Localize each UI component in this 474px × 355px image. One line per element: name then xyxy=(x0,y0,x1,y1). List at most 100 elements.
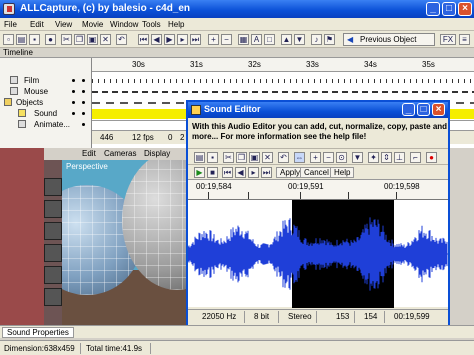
frame-icon[interactable]: □ xyxy=(264,34,275,45)
se-save-icon[interactable]: ▪ xyxy=(207,152,218,163)
next-frame-icon[interactable]: ▸ xyxy=(177,34,188,45)
audio-icon[interactable]: ♪ xyxy=(311,34,322,45)
viewport-tool-icon[interactable] xyxy=(44,222,62,240)
se-record-icon[interactable]: ● xyxy=(426,152,437,163)
mouse-track[interactable] xyxy=(92,91,474,93)
paste-icon[interactable]: ▣ xyxy=(87,34,98,45)
se-maximize-button[interactable]: □ xyxy=(417,103,430,116)
se-next-icon[interactable]: ▸ xyxy=(248,167,259,178)
track-objects-label: Objects xyxy=(16,98,44,107)
fx-button[interactable]: FX xyxy=(440,34,456,45)
viewport-menu: Edit Cameras Display xyxy=(44,148,190,160)
last-frame-icon[interactable]: ⏭ xyxy=(190,34,201,45)
se-copy-icon[interactable]: ❐ xyxy=(236,152,247,163)
cancel-button[interactable]: Cancel xyxy=(300,167,333,178)
se-stop-icon[interactable]: ■ xyxy=(207,167,218,178)
delete-icon[interactable]: ✕ xyxy=(100,34,111,45)
se-play-icon[interactable]: ▶ xyxy=(194,167,205,178)
se-last-icon[interactable]: ⏭ xyxy=(261,167,272,178)
marker-icon[interactable]: ⚑ xyxy=(324,34,335,45)
se-minimize-button[interactable]: _ xyxy=(402,103,415,116)
se-undo-icon[interactable]: ↶ xyxy=(278,152,289,163)
status-value-2: 154 xyxy=(364,312,378,321)
menu-file[interactable]: File xyxy=(4,20,17,29)
save-icon[interactable]: ▪ xyxy=(29,34,40,45)
se-normalize-icon[interactable]: ▼ xyxy=(352,152,363,163)
lock-dot[interactable] xyxy=(82,123,85,126)
viewport-menu-edit[interactable]: Edit xyxy=(82,149,96,158)
viewport-tool-icon[interactable] xyxy=(44,178,62,196)
lock-dot[interactable] xyxy=(82,101,85,104)
zoom-in-icon[interactable]: + xyxy=(208,34,219,45)
se-close-button[interactable]: × xyxy=(432,103,445,116)
viewport-tool-icon[interactable] xyxy=(44,200,62,218)
menu-view[interactable]: View xyxy=(55,20,72,29)
se-select-icon[interactable]: ⇔ xyxy=(294,152,305,163)
ruler-label: 33s xyxy=(306,60,319,69)
options-icon[interactable]: ≡ xyxy=(459,34,470,45)
viewport-tool-icon[interactable] xyxy=(44,266,62,284)
text-icon[interactable]: A xyxy=(251,34,262,45)
track-objects[interactable]: Objects xyxy=(0,97,92,108)
film-track[interactable] xyxy=(92,79,474,83)
help-button[interactable]: Help xyxy=(330,167,355,178)
record-icon[interactable]: ● xyxy=(45,34,56,45)
cut-icon[interactable]: ✂ xyxy=(61,34,72,45)
track-film[interactable]: Film xyxy=(0,75,92,86)
track-animate[interactable]: Animate... xyxy=(0,119,92,130)
ruler-label: 32s xyxy=(248,60,261,69)
se-delete-icon[interactable]: ✕ xyxy=(262,152,273,163)
menu-edit[interactable]: Edit xyxy=(30,20,44,29)
waveform-view[interactable] xyxy=(188,199,448,308)
se-effect-icon[interactable]: ⌐ xyxy=(410,152,421,163)
zoom-out-icon[interactable]: − xyxy=(221,34,232,45)
se-zoom-fit-icon[interactable]: ⊙ xyxy=(336,152,347,163)
time-ruler[interactable]: 30s 31s 32s 33s 34s 35s xyxy=(92,58,474,72)
lock-dot[interactable] xyxy=(82,90,85,93)
visibility-dot[interactable] xyxy=(72,112,75,115)
play-icon[interactable]: ▶ xyxy=(164,34,175,45)
track-sound[interactable]: Sound xyxy=(0,108,92,119)
menu-movie[interactable]: Movie xyxy=(82,20,103,29)
maximize-button[interactable]: □ xyxy=(442,2,456,16)
viewport-tool-icon[interactable] xyxy=(44,288,62,306)
arrow-up-icon[interactable]: ▲ xyxy=(281,34,292,45)
visibility-dot[interactable] xyxy=(72,79,75,82)
se-paste-icon[interactable]: ▣ xyxy=(249,152,260,163)
lock-dot[interactable] xyxy=(82,112,85,115)
viewport-menu-cameras[interactable]: Cameras xyxy=(104,149,136,158)
copy-icon[interactable]: ❐ xyxy=(74,34,85,45)
viewport-menu-display[interactable]: Display xyxy=(144,149,170,158)
first-frame-icon[interactable]: ⏮ xyxy=(138,34,149,45)
se-open-icon[interactable]: ▤ xyxy=(194,152,205,163)
se-first-icon[interactable]: ⏮ xyxy=(222,167,233,178)
se-amplify-icon[interactable]: ✦ xyxy=(368,152,379,163)
new-icon[interactable]: ▫ xyxy=(3,34,14,45)
prev-frame-icon[interactable]: ◀ xyxy=(151,34,162,45)
se-cut-icon[interactable]: ✂ xyxy=(223,152,234,163)
image-icon[interactable]: ▦ xyxy=(238,34,249,45)
menu-help[interactable]: Help xyxy=(168,20,184,29)
open-icon[interactable]: ▤ xyxy=(16,34,27,45)
viewport-tool-icon[interactable] xyxy=(44,244,62,262)
menu-window[interactable]: Window xyxy=(110,20,138,29)
se-zoom-out-icon[interactable]: − xyxy=(323,152,334,163)
arrow-down-icon[interactable]: ▼ xyxy=(294,34,305,45)
minimize-button[interactable]: _ xyxy=(426,2,440,16)
previous-object-button[interactable]: Previous Object xyxy=(343,33,435,46)
track-mouse[interactable]: Mouse xyxy=(0,86,92,97)
se-silence-icon[interactable]: ⊥ xyxy=(394,152,405,163)
visibility-dot[interactable] xyxy=(72,101,75,104)
se-zoom-in-icon[interactable]: + xyxy=(310,152,321,163)
sound-properties-tab[interactable]: Sound Properties xyxy=(2,327,74,338)
se-fade-icon[interactable]: ⇕ xyxy=(381,152,392,163)
se-prev-icon[interactable]: ◀ xyxy=(235,167,246,178)
visibility-dot[interactable] xyxy=(72,90,75,93)
undo-icon[interactable]: ↶ xyxy=(116,34,127,45)
close-button[interactable]: × xyxy=(458,2,472,16)
menu-tools[interactable]: Tools xyxy=(142,20,161,29)
waveform-svg xyxy=(188,200,448,308)
lock-dot[interactable] xyxy=(82,79,85,82)
track-sound-label: Sound xyxy=(34,109,58,118)
timeline-header-label: Timeline xyxy=(3,48,33,57)
